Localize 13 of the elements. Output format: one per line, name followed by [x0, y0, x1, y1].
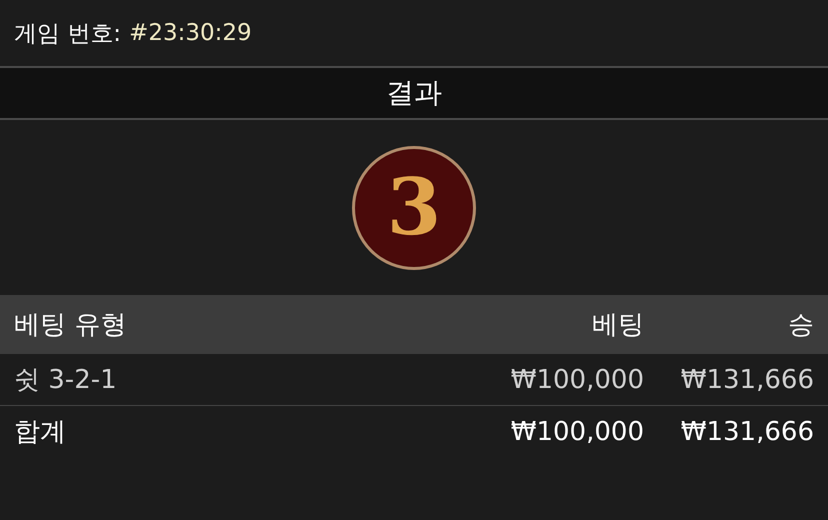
game-number: #23:30:29 — [129, 20, 252, 46]
column-header: 베팅 유형 — [14, 309, 128, 342]
table-cell-text: 쉿 3-2-1 — [14, 364, 118, 397]
table-cell-text: ₩100,000 — [510, 416, 644, 446]
game-number-label: 게임 번호: — [14, 20, 122, 48]
table-cell-text: ₩100,000 — [510, 364, 644, 394]
table-cell-text: ₩131,666 — [680, 416, 814, 446]
result-header: 결과 — [0, 68, 828, 120]
result-ball: 3 — [352, 146, 476, 270]
table-cell-text: ₩131,666 — [680, 364, 814, 394]
table-cell-text: 합계 — [14, 416, 67, 449]
column-header: 승 — [787, 309, 814, 342]
column-header: 베팅 — [591, 309, 644, 342]
